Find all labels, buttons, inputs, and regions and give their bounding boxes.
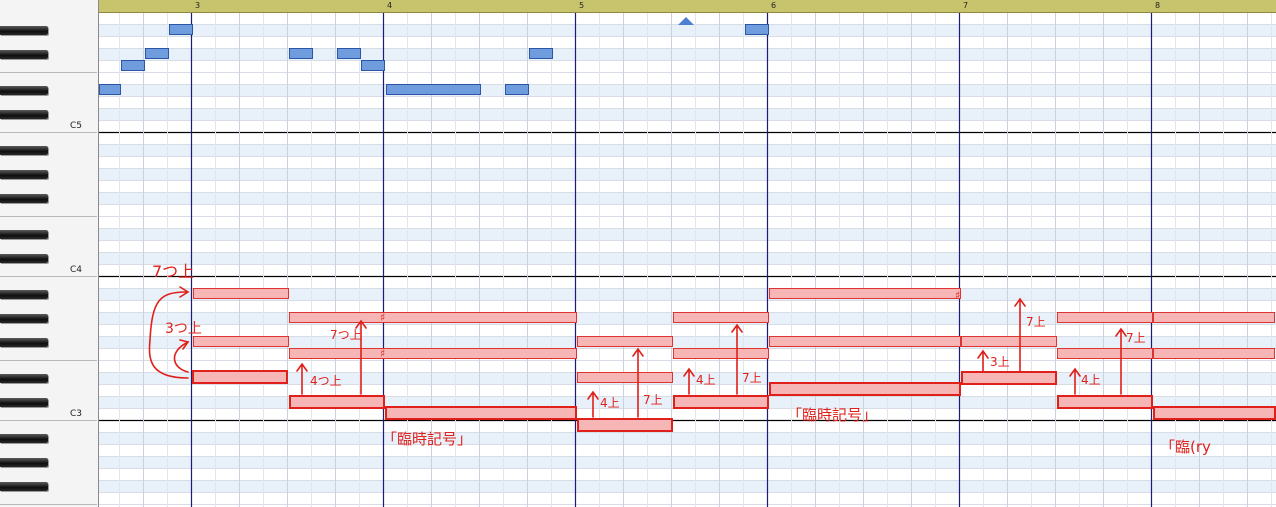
annotation-7-up-4: 7上	[1126, 331, 1146, 345]
arrow-up-4-3	[683, 367, 695, 395]
annotation-accidental-2: 「臨時記号」	[787, 406, 877, 424]
annotation-accidental-3: 「臨(ry	[1160, 438, 1211, 456]
piano-roll-editor: C5 C4 C3 3 4 5 6 7 8 ♯ ♯ ♯ 7つ上 3つ上 4つ上 7…	[0, 0, 1276, 507]
annotation-4-up-1: 4つ上	[310, 374, 342, 388]
annotation-7-up-2: 7上	[643, 393, 663, 407]
annotation-7-up: 7つ上	[152, 262, 194, 281]
annotation-7-up-1: 7つ上	[330, 328, 362, 342]
annotation-4-up-3: 4上	[696, 373, 716, 387]
handwritten-annotations: 7つ上 3つ上 4つ上 7つ上 4上 7上 4上 7上 3上 7上 4上 7上 …	[148, 262, 1276, 456]
annotation-accidental-1: 「臨時記号」	[382, 430, 472, 448]
annotation-3-up-2: 3上	[990, 355, 1010, 369]
annotation-9-up-1: 7上	[742, 371, 762, 385]
arrow-up-7-3	[1014, 297, 1026, 372]
bracket-arrow-3	[173, 341, 189, 373]
annotation-4-up-2: 4上	[600, 396, 620, 410]
arrow-up-7-4	[1115, 327, 1127, 395]
arrow-up-3-1	[977, 349, 989, 372]
arrow-up-4-2	[587, 390, 599, 418]
arrow-up-7-2	[632, 347, 644, 418]
arrow-up-4-1	[296, 362, 308, 395]
annotation-7-up-3: 7上	[1026, 315, 1046, 329]
arrow-up-4-4	[1069, 367, 1081, 395]
annotation-4-up-4: 4上	[1081, 373, 1101, 387]
annotation-3-up: 3つ上	[165, 321, 202, 337]
arrow-up-9-1	[731, 323, 743, 395]
